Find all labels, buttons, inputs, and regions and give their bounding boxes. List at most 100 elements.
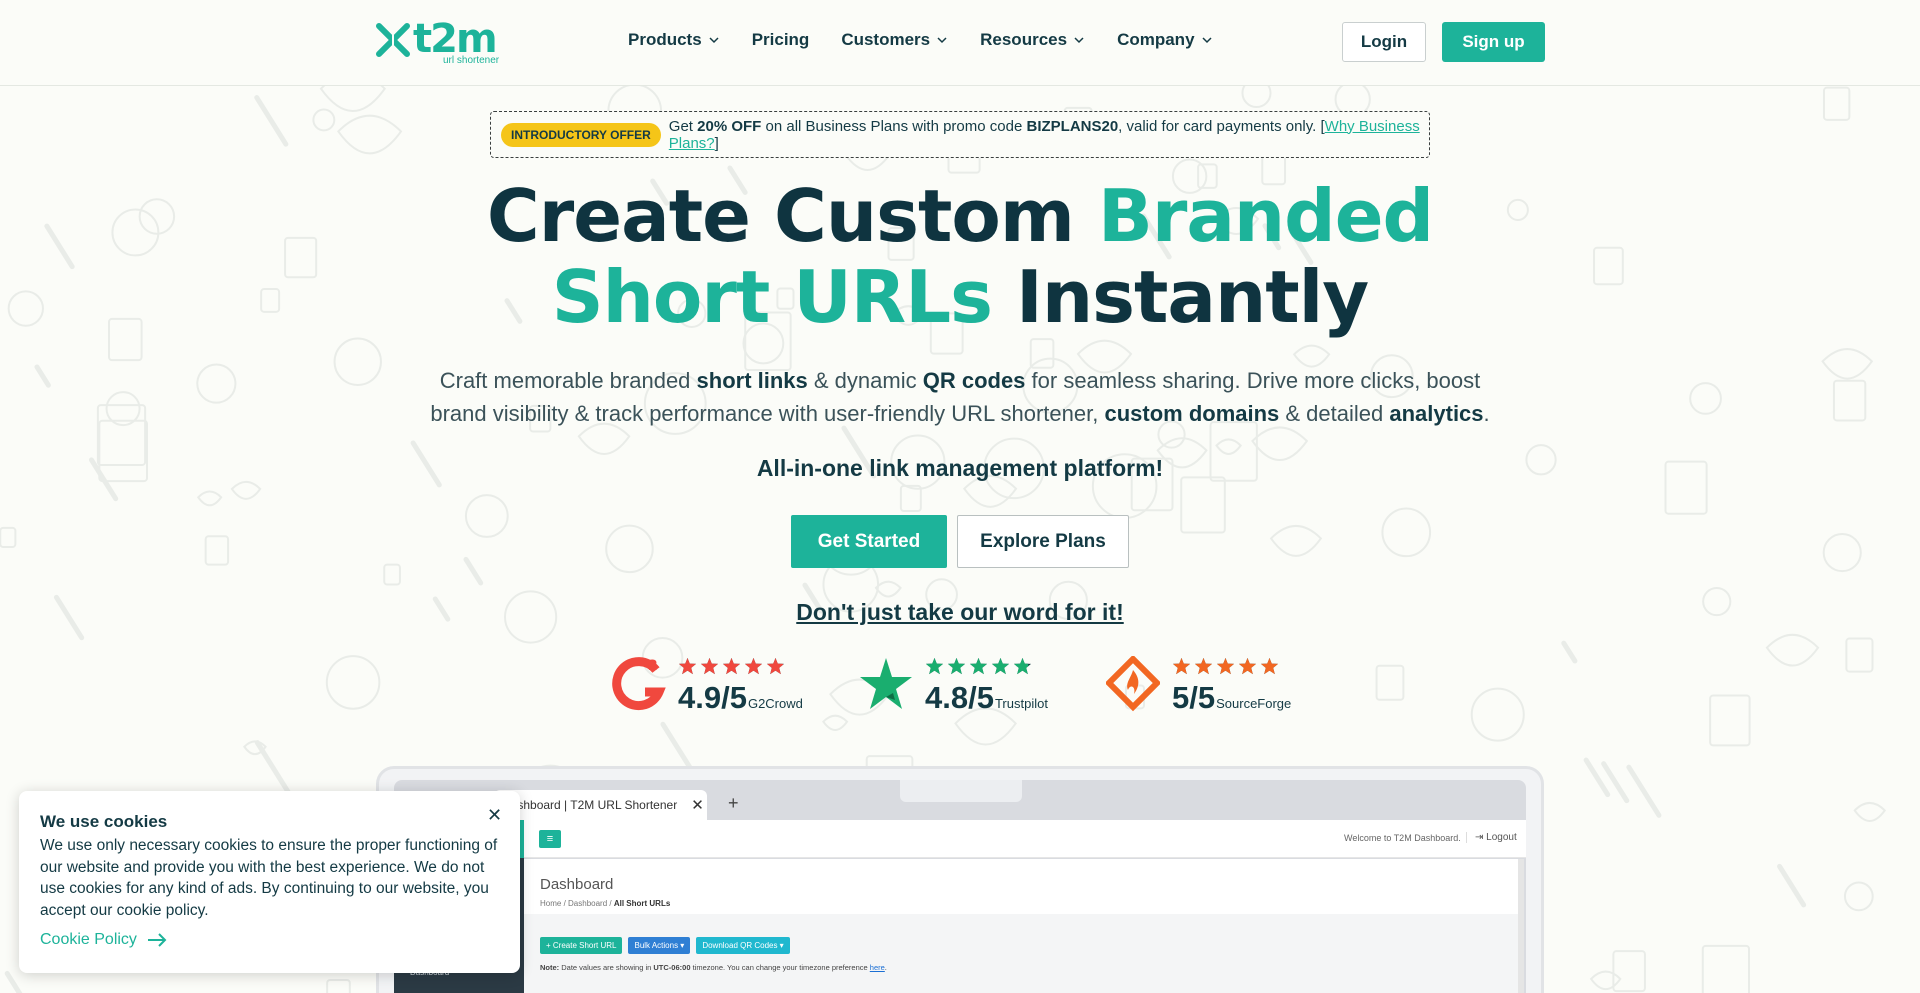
chevron-down-icon [1074,37,1084,44]
chevron-down-icon [1202,37,1212,44]
menu-icon: ≡ [539,830,561,848]
scrollbar [1518,859,1524,993]
hero-tagline: All-in-one link management platform! [756,455,1164,481]
hero-title-accent-1: Branded [1097,174,1434,258]
hero-subtitle-text: Craft memorable branded [439,368,697,393]
nav-pricing-label: Pricing [751,30,810,49]
rating-score: 4.9/5G2Crowd [678,680,803,716]
nav-customers-label: Customers [841,30,931,49]
promo-text-3: , valid for card payments only. [ [1118,117,1325,135]
star-icon [1216,657,1235,675]
star-icon [1260,657,1279,675]
note-timezone: UTC-06:00 [653,963,691,972]
hero-subtitle-keyword: short links [696,368,808,393]
browser-tab: Dashboard | T2M URL Shortener ✕ [494,790,707,820]
nav-company-label: Company [1117,30,1195,49]
logo-subtitle: url shortener [443,55,500,66]
explore-plans-button[interactable]: Explore Plans [957,515,1129,568]
cookie-text: We use only necessary cookies to ensure … [40,837,498,919]
chevron-down-icon [709,37,719,44]
hero-subtitle: Craft memorable branded short links & dy… [430,364,1490,430]
star-icon [947,657,966,675]
new-tab-icon: + [728,793,739,813]
sourceforge-logo-icon [1106,656,1160,712]
trustpilot-star-icon [860,658,912,709]
promo-text-4: ] [714,134,719,152]
nav-resources-label: Resources [980,30,1068,49]
download-qr-button: Download QR Codes ▾ [696,937,790,954]
browser-tab-title: Dashboard | T2M URL Shortener [502,798,678,812]
nav-pricing[interactable]: Pricing [752,30,810,50]
login-button[interactable]: Login [1342,22,1426,62]
t2m-logo-icon [376,23,410,57]
rating-score-value: 4.9/5 [678,680,747,715]
welcome-text: Welcome to T2M Dashboard. [1344,833,1461,843]
signup-button[interactable]: Sign up [1442,22,1545,62]
main-nav: Products Pricing Customers Resources Com… [628,30,1213,50]
dashboard-header [524,859,1518,914]
promo-discount: 20% OFF [697,117,762,135]
g2-logo-icon: 2 [612,657,666,711]
rating-score-value: 4.8/5 [925,680,994,715]
note-text-2: timezone. You can change your timezone p… [690,963,870,972]
logout-label: Logout [1486,832,1517,843]
hero-subtitle-keyword: QR codes [922,368,1026,393]
dashboard-title: Dashboard [540,876,614,893]
rating-stars [925,657,1032,676]
nav-customers[interactable]: Customers [841,30,948,50]
promo-text: Get 20% OFF on all Business Plans with p… [669,118,1429,152]
hero-title-accent-2: Short URLs [551,255,993,339]
star-icon [700,657,719,675]
rating-score-value: 5/5 [1172,680,1216,715]
hero-title-part-2: Instantly [991,255,1369,339]
nav-products-label: Products [628,30,702,49]
dashboard-screenshot: Dashboard | T2M URL Shortener ✕ + ≡ Welc… [394,780,1526,993]
star-icon [1238,657,1257,675]
hero-title: Create Custom Branded Short URLs Instant… [0,176,1920,338]
t2m-logo[interactable]: t2m url shortener [373,16,503,68]
nav-products[interactable]: Products [628,30,720,50]
hero-subtitle-keyword: custom domains [1104,401,1280,426]
promo-text-2: on all Business Plans with promo code [765,117,1023,135]
star-icon [1172,657,1191,675]
crumb-current: All Short URLs [613,899,671,908]
svg-text:2: 2 [648,658,658,674]
promo-text-1: Get [668,117,693,135]
hero-subtitle-keyword: analytics [1389,401,1484,426]
testimonials-link[interactable]: Don't just take our word for it! [0,599,1920,626]
hero-subtitle-text: & detailed [1279,401,1390,426]
chevron-down-icon [937,37,947,44]
get-started-button[interactable]: Get Started [791,515,947,568]
star-icon [766,657,785,675]
cookie-policy-link[interactable]: Cookie Policy [40,931,167,949]
rating-source: G2Crowd [747,696,803,711]
star-icon [1013,657,1032,675]
nav-company[interactable]: Company [1117,30,1212,50]
star-icon [678,657,697,675]
dashboard-actions: + Create Short URL Bulk Actions ▾ Downlo… [540,937,790,954]
nav-resources[interactable]: Resources [980,30,1085,50]
star-icon [969,657,988,675]
rating-source: Trustpilot [994,696,1048,711]
rating-stars [678,657,785,676]
site-header: t2m url shortener Products Pricing Custo… [0,0,1920,86]
rating-score: 4.8/5Trustpilot [925,680,1048,716]
star-icon [925,657,944,675]
arrow-right-icon [147,933,167,947]
hero-subtitle-text: & dynamic [807,368,923,393]
rating-source: SourceForge [1216,696,1292,711]
logout-link: ⇥ Logout [1466,832,1517,843]
cookie-policy-label: Cookie Policy [40,931,137,948]
rating-stars [1172,657,1279,676]
note-label: Note: [540,963,560,972]
close-icon: ✕ [691,797,704,814]
hero-subtitle-text: . [1483,401,1490,426]
star-icon [744,657,763,675]
laptop-notch [900,780,1022,802]
close-icon[interactable]: ✕ [487,805,502,826]
promo-banner: INTRODUCTORY OFFER Get 20% OFF on all Bu… [490,111,1430,158]
hero-title-part-1: Create Custom [486,174,1098,258]
timezone-note: Note: Date values are showing in UTC-06:… [540,963,887,972]
star-icon [722,657,741,675]
crumb-dashboard: Dashboard [568,899,608,908]
